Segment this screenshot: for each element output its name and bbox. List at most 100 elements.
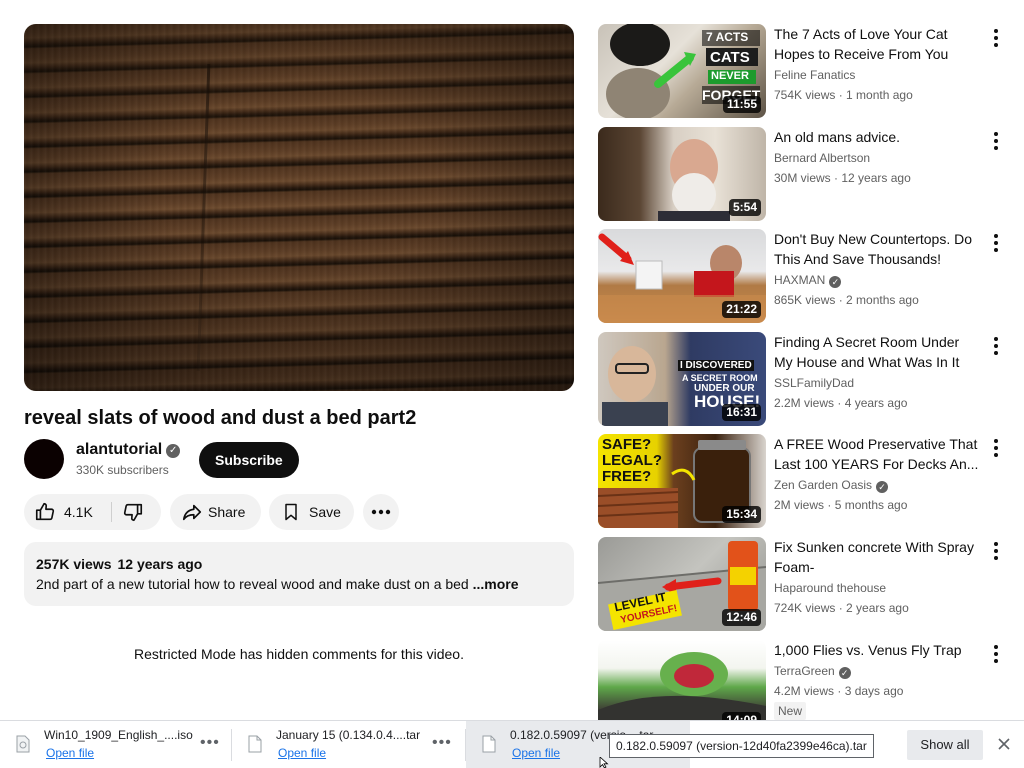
channel-avatar[interactable] <box>24 439 64 479</box>
subscribe-button[interactable]: Subscribe <box>199 442 299 478</box>
save-button[interactable]: Save <box>269 494 354 530</box>
video-thumbnail[interactable]: LEVEL IT YOURSELF! 12:46 <box>598 537 766 631</box>
recommended-channel[interactable]: TerraGreen <box>774 664 835 678</box>
more-vertical-icon[interactable] <box>984 129 1008 153</box>
duration-badge: 16:31 <box>722 404 761 421</box>
thumb-text: NEVER <box>711 70 749 82</box>
open-file-link[interactable]: Open file <box>46 746 94 760</box>
close-icon[interactable] <box>994 734 1014 754</box>
disc-image-file-icon <box>16 735 30 753</box>
show-more-link[interactable]: ...more <box>473 576 519 592</box>
recommended-channel[interactable]: HAXMAN <box>774 273 825 287</box>
more-vertical-icon[interactable] <box>984 436 1008 460</box>
recommended-title[interactable]: Don't Buy New Countertops. Do This And S… <box>774 229 979 269</box>
recommended-title[interactable]: A FREE Wood Preservative That Last 100 Y… <box>774 434 979 474</box>
recommended-title[interactable]: 1,000 Flies vs. Venus Fly Trap <box>774 640 979 660</box>
more-vertical-icon[interactable] <box>984 539 1008 563</box>
new-badge: New <box>774 702 807 720</box>
video-thumbnail[interactable]: 7 ACTS CATS NEVER FORGET 11:55 <box>598 24 766 118</box>
video-thumbnail[interactable]: I DISCOVERED A SECRET ROOM UNDER OUR HOU… <box>598 332 766 426</box>
recommended-views: 724K views <box>774 601 836 615</box>
more-vertical-icon[interactable] <box>984 334 1008 358</box>
recommended-meta: 865K views · 2 months ago <box>774 293 919 307</box>
recommended-video[interactable]: I DISCOVERED A SECRET ROOM UNDER OUR HOU… <box>598 332 1008 426</box>
thumbs-up-icon <box>35 502 55 521</box>
thumb-text: 7 ACTS <box>706 30 749 44</box>
open-file-link[interactable]: Open file <box>278 746 326 760</box>
more-vertical-icon[interactable] <box>984 26 1008 50</box>
recommended-age: 5 months ago <box>834 498 908 512</box>
description-box[interactable]: 257K views 12 years ago 2nd part of a new… <box>24 542 574 606</box>
recommended-meta: 4.2M views · 3 days ago <box>774 684 904 698</box>
recommended-video[interactable]: LEVEL IT YOURSELF! 12:46 Fix Sunken conc… <box>598 537 1008 631</box>
verified-check-icon: ✓ <box>876 481 889 493</box>
video-thumbnail[interactable]: SAFE? LEGAL? FREE? 15:34 <box>598 434 766 528</box>
recommended-channel[interactable]: SSLFamilyDad <box>774 374 854 392</box>
view-count: 257K views <box>36 556 112 572</box>
recommended-meta: 2.2M views · 4 years ago <box>774 396 908 410</box>
more-actions-button[interactable] <box>363 494 399 530</box>
video-thumbnail[interactable]: 5:54 <box>598 127 766 221</box>
download-options-icon[interactable]: ••• <box>432 734 452 752</box>
duration-badge: 15:34 <box>722 506 761 523</box>
like-button[interactable]: 4.1K <box>24 494 111 530</box>
recommended-title[interactable]: Finding A Secret Room Under My House and… <box>774 332 979 372</box>
dislike-button[interactable] <box>112 494 161 530</box>
recommended-video[interactable]: SAFE? LEGAL? FREE? 15:34 A FREE Wood Pre… <box>598 434 1008 528</box>
recommended-views: 754K views <box>774 88 836 102</box>
duration-badge: 5:54 <box>728 199 761 216</box>
show-all-downloads-button[interactable]: Show all <box>907 730 983 760</box>
recommended-channel-wrap[interactable]: Zen Garden Oasis ✓ <box>774 476 889 494</box>
recommended-views: 865K views <box>774 293 836 307</box>
share-button[interactable]: Share <box>170 494 261 530</box>
recommended-title[interactable]: The 7 Acts of Love Your Cat Hopes to Rec… <box>774 24 979 64</box>
more-vertical-icon[interactable] <box>984 231 1008 255</box>
download-filename: Win10_1909_English_....iso <box>44 728 193 742</box>
recommended-age: 12 years ago <box>841 171 911 185</box>
channel-name-wrap[interactable]: alantutorial ✓ <box>76 441 181 459</box>
video-title: reveal slats of wood and dust a bed part… <box>24 407 417 429</box>
channel-row: alantutorial ✓ 330K subscribers Subscribe <box>24 439 574 479</box>
action-bar: 4.1K Share Save <box>24 494 574 530</box>
recommended-channel-wrap[interactable]: TerraGreen ✓ <box>774 662 851 680</box>
share-icon <box>182 504 202 521</box>
recommended-channel[interactable]: Zen Garden Oasis <box>774 478 872 492</box>
thumb-text: I DISCOVERED <box>678 360 754 371</box>
restricted-mode-notice: Restricted Mode has hidden comments for … <box>134 646 464 662</box>
recommended-channel[interactable]: Feline Fanatics <box>774 66 855 84</box>
recommended-age: 2 years ago <box>846 601 909 615</box>
thumb-text: FREE? <box>602 468 652 485</box>
recommended-video[interactable]: 21:22 Don't Buy New Countertops. Do This… <box>598 229 1008 323</box>
download-item[interactable]: January 15 (0.134.0.4....tar Open file •… <box>232 721 464 768</box>
more-horizontal-icon <box>371 509 391 515</box>
recommended-video[interactable]: 7 ACTS CATS NEVER FORGET 11:55 The 7 Act… <box>598 24 1008 118</box>
download-tooltip: 0.182.0.59097 (version-12d40fa2399e46ca)… <box>609 734 874 758</box>
download-options-icon[interactable]: ••• <box>200 734 220 752</box>
video-thumbnail[interactable]: 21:22 <box>598 229 766 323</box>
download-item[interactable]: Win10_1909_English_....iso Open file ••• <box>0 721 230 768</box>
recommended-meta: 724K views · 2 years ago <box>774 601 909 615</box>
file-icon <box>482 735 496 753</box>
duration-badge: 12:46 <box>722 609 761 626</box>
channel-name[interactable]: alantutorial <box>76 441 162 458</box>
recommended-video[interactable]: 5:54 An old mans advice. Bernard Alberts… <box>598 127 1008 221</box>
recommended-channel-wrap[interactable]: HAXMAN ✓ <box>774 271 842 289</box>
thumb-text: A SECRET ROOM <box>682 373 758 383</box>
recommended-title[interactable]: Fix Sunken concrete With Spray Foam- <box>774 537 979 577</box>
share-label: Share <box>208 504 246 520</box>
download-filename: January 15 (0.134.0.4....tar <box>276 728 421 742</box>
recommended-age: 3 days ago <box>844 684 904 698</box>
more-vertical-icon[interactable] <box>984 642 1008 666</box>
recommended-meta: 2M views · 5 months ago <box>774 498 908 512</box>
open-file-link[interactable]: Open file <box>512 746 560 760</box>
description-text-line: 2nd part of a new tutorial how to reveal… <box>36 574 562 594</box>
bookmark-icon <box>285 503 297 521</box>
recommended-channel[interactable]: Bernard Albertson <box>774 149 870 167</box>
recommended-channel[interactable]: Haparound thehouse <box>774 579 886 597</box>
duration-badge: 11:55 <box>722 96 761 113</box>
recommended-age: 2 months ago <box>846 293 919 307</box>
subscriber-count: 330K subscribers <box>76 463 169 477</box>
recommended-title[interactable]: An old mans advice. <box>774 127 979 147</box>
video-player[interactable] <box>24 24 574 391</box>
recommended-meta: 754K views · 1 month ago <box>774 88 913 102</box>
